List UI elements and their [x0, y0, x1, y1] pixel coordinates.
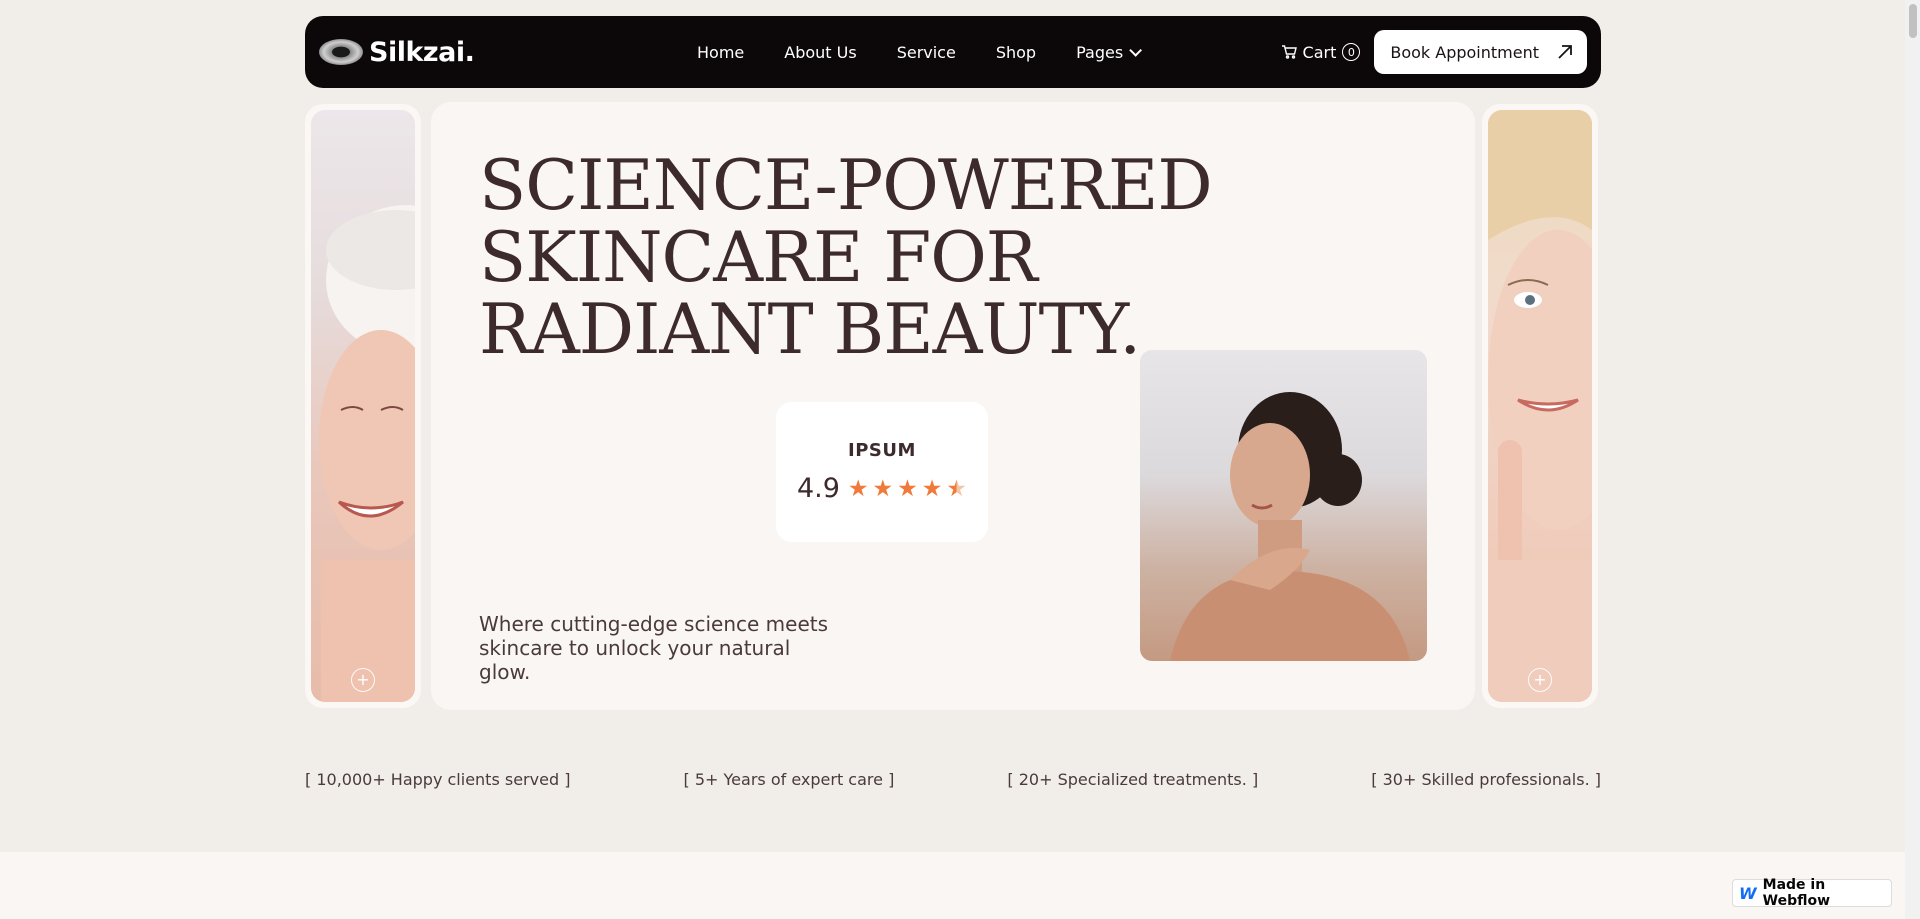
brand-name: Silkzai. — [369, 36, 475, 68]
stat-professionals: [ 30+ Skilled professionals. ] — [1371, 770, 1601, 789]
arrow-up-right-icon — [1558, 45, 1572, 59]
rating-brand-logo: IPSUM — [848, 440, 916, 461]
book-appointment-button[interactable]: Book Appointment — [1374, 30, 1587, 74]
nav-home-label: Home — [697, 42, 745, 62]
rating-row: 4.9 ★ ★ ★ ★ ★ — [797, 473, 967, 504]
rating-card: IPSUM 4.9 ★ ★ ★ ★ ★ — [776, 402, 988, 542]
nav-shop-label: Shop — [995, 42, 1037, 62]
side-slide-left[interactable]: + — [305, 104, 421, 708]
plus-icon[interactable]: + — [1528, 668, 1552, 692]
nav-about-label: About Us — [784, 42, 857, 62]
stat-treatments: [ 20+ Specialized treatments. ] — [1007, 770, 1259, 789]
stats-bar: [ 10,000+ Happy clients served ] [ 5+ Ye… — [305, 770, 1601, 789]
top-navbar: Silkzai. Home About Us Service Shop Page… — [305, 16, 1601, 88]
woman-towel-photo — [319, 205, 415, 702]
next-section — [0, 852, 1905, 919]
nav-home[interactable]: Home — [697, 43, 744, 62]
made-in-webflow-badge[interactable]: W Made in Webflow — [1732, 877, 1892, 909]
nav-service[interactable]: Service — [897, 43, 956, 62]
hero-model-photo — [1140, 350, 1427, 661]
stat-clients: [ 10,000+ Happy clients served ] — [305, 770, 571, 789]
woman-smiling-photo — [1488, 110, 1592, 702]
nav-service-label: Service — [896, 42, 956, 62]
nav-shop[interactable]: Shop — [996, 43, 1036, 62]
nav-pages-dropdown[interactable]: Pages — [1076, 42, 1143, 62]
cart-label: Cart — [1302, 42, 1337, 62]
star-rating: ★ ★ ★ ★ ★ — [848, 476, 967, 502]
star-icon: ★ — [872, 475, 894, 502]
hero-card: SCIENCE-POWERED SKINCARE FOR RADIANT BEA… — [431, 102, 1475, 710]
nav-actions: Cart 0 Book Appointment — [1281, 30, 1587, 74]
star-icon: ★ — [921, 475, 943, 502]
page-scrollbar[interactable] — [1905, 0, 1920, 919]
webflow-badge-label: Made in Webflow — [1762, 877, 1831, 909]
side-slide-right-image: + — [1488, 110, 1592, 702]
hero-subtitle: Where cutting-edge science meets skincar… — [479, 612, 829, 684]
star-icon: ★ — [847, 475, 869, 502]
rating-value: 4.9 — [796, 473, 840, 504]
book-appointment-label: Book Appointment — [1390, 42, 1539, 62]
star-icon: ★ — [897, 475, 918, 502]
webflow-logo-icon: W — [1739, 883, 1757, 903]
nav-about-us[interactable]: About Us — [784, 43, 856, 62]
cart-count-badge: 0 — [1342, 43, 1361, 61]
logo-icon — [319, 39, 363, 65]
side-slide-left-image: + — [311, 110, 415, 702]
plus-icon[interactable]: + — [351, 668, 375, 692]
cart-link[interactable]: Cart 0 — [1281, 43, 1361, 62]
stat-years: [ 5+ Years of expert care ] — [683, 770, 895, 789]
scrollbar-thumb[interactable] — [1909, 4, 1917, 38]
chevron-down-icon — [1129, 43, 1143, 57]
nav-pages-label: Pages — [1076, 42, 1124, 62]
model-portrait-image — [1170, 392, 1410, 661]
brand-logo[interactable]: Silkzai. — [319, 37, 619, 68]
half-star-icon: ★ — [946, 475, 968, 502]
hero-title: SCIENCE-POWERED SKINCARE FOR RADIANT BEA… — [479, 146, 1213, 370]
side-slide-right[interactable]: + — [1482, 104, 1598, 708]
main-menu: Home About Us Service Shop Pages — [697, 42, 1143, 62]
cart-icon — [1281, 45, 1297, 59]
